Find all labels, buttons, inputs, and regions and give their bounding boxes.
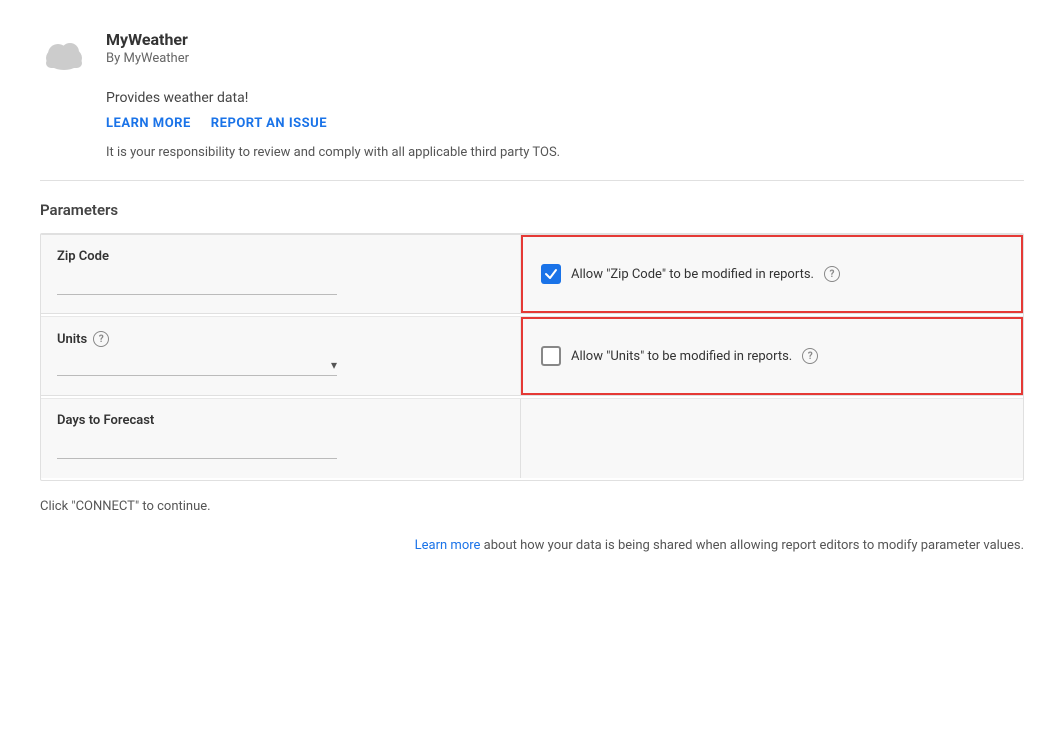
app-name: MyWeather	[106, 30, 189, 49]
links-row: LEARN MORE REPORT AN ISSUE	[40, 116, 1024, 131]
days-forecast-left: Days to Forecast	[41, 399, 521, 478]
parameters-table: Zip Code Allow "Zip Code" to be modified…	[40, 233, 1024, 481]
zip-allow-help-icon[interactable]: ?	[824, 266, 840, 282]
app-header: MyWeather By MyWeather	[40, 30, 1024, 78]
report-issue-link[interactable]: REPORT AN ISSUE	[211, 116, 327, 131]
units-label: Units ?	[57, 331, 504, 347]
app-info: MyWeather By MyWeather	[106, 30, 189, 66]
units-allow-row: Allow "Units" to be modified in reports.…	[541, 346, 818, 366]
zip-allow-checkbox[interactable]	[541, 264, 561, 284]
units-left: Units ? Imperial Metric ▾	[41, 317, 521, 395]
zip-code-label: Zip Code	[57, 249, 504, 264]
days-forecast-right	[521, 399, 1023, 478]
footer-learn-more-link[interactable]: Learn more	[415, 538, 481, 553]
divider	[40, 180, 1024, 181]
connect-note: Click "CONNECT" to continue.	[40, 499, 1024, 514]
units-select[interactable]: Imperial Metric	[57, 357, 331, 373]
units-dropdown-arrow-icon: ▾	[331, 358, 337, 372]
units-allow-label: Allow "Units" to be modified in reports.	[571, 349, 792, 364]
parameters-title: Parameters	[40, 201, 1024, 219]
zip-code-input[interactable]	[57, 274, 337, 295]
zip-code-left: Zip Code	[41, 235, 521, 313]
tos-note: It is your responsibility to review and …	[40, 145, 1024, 160]
app-by: By MyWeather	[106, 51, 189, 66]
zip-code-row: Zip Code Allow "Zip Code" to be modified…	[41, 234, 1023, 314]
days-forecast-row: Days to Forecast	[41, 398, 1023, 478]
learn-more-link[interactable]: LEARN MORE	[106, 116, 191, 131]
page: MyWeather By MyWeather Provides weather …	[0, 0, 1064, 747]
app-description: Provides weather data!	[40, 90, 1024, 106]
footer-note: Learn more about how your data is being …	[40, 538, 1024, 553]
units-allow-checkbox[interactable]	[541, 346, 561, 366]
zip-allow-label: Allow "Zip Code" to be modified in repor…	[571, 267, 814, 282]
zip-code-right: Allow "Zip Code" to be modified in repor…	[521, 235, 1023, 313]
footer-note-text: about how your data is being shared when…	[480, 538, 1024, 553]
app-icon	[40, 30, 88, 78]
units-select-wrap: Imperial Metric ▾	[57, 357, 337, 376]
units-right: Allow "Units" to be modified in reports.…	[521, 317, 1023, 395]
days-forecast-label: Days to Forecast	[57, 413, 504, 428]
units-row: Units ? Imperial Metric ▾ Allow "Units" …	[41, 316, 1023, 396]
days-forecast-input[interactable]	[57, 438, 337, 459]
zip-allow-row: Allow "Zip Code" to be modified in repor…	[541, 264, 840, 284]
units-allow-help-icon[interactable]: ?	[802, 348, 818, 364]
units-help-icon[interactable]: ?	[93, 331, 109, 347]
